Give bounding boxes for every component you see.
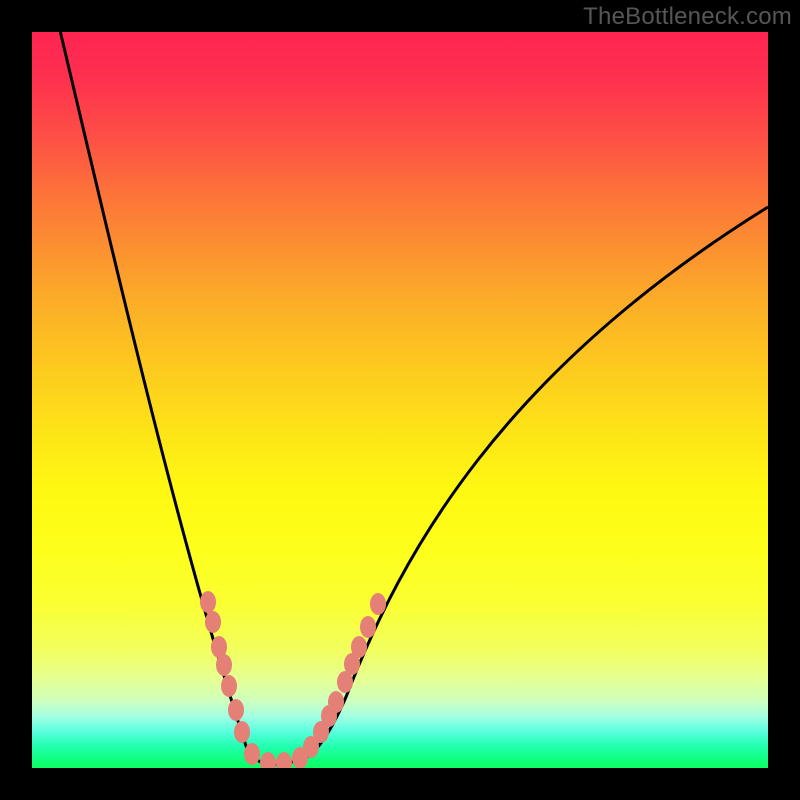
data-marker [200,591,216,613]
curve-left [58,32,290,764]
data-marker [360,616,376,638]
data-marker [205,611,221,633]
data-marker [244,743,260,765]
data-marker [328,691,344,713]
data-marker [216,654,232,676]
data-marker [370,593,386,615]
marker-group [200,591,386,768]
data-marker [234,721,250,743]
curve-right [290,207,768,762]
data-marker [351,636,367,658]
data-marker [276,752,292,768]
plot-area [32,32,768,768]
data-marker [260,752,276,768]
watermark-text: TheBottleneck.com [583,3,792,31]
chart-frame: TheBottleneck.com [0,0,800,800]
data-marker [228,699,244,721]
data-marker [221,675,237,697]
chart-svg [32,32,768,768]
